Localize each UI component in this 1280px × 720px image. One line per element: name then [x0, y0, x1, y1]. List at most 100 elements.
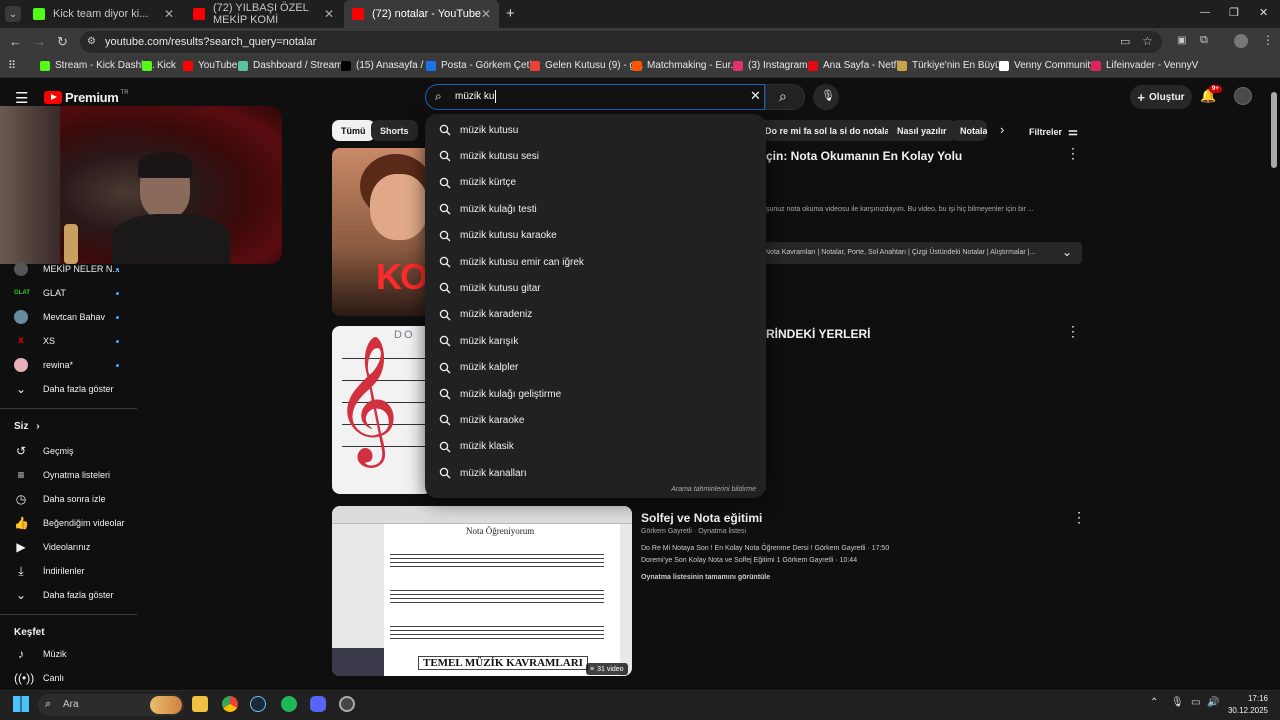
sidebar-item-your-videos[interactable]: ▶ Videolarınız — [14, 540, 90, 554]
sidebar-show-more[interactable]: ⌄ Daha fazla göster — [14, 382, 114, 396]
minimize-icon[interactable]: — — [1200, 7, 1210, 18]
bookmark-item[interactable]: Matchmaking - Eur... — [632, 60, 739, 71]
bookmark-item[interactable]: (15) Anasayfa / X — [341, 60, 433, 71]
search-box[interactable]: ⌕ müzik ku ✕ — [425, 84, 765, 110]
filters-button[interactable]: Filtreler ⚌ — [1029, 125, 1078, 138]
cast-icon[interactable]: ▭ — [1120, 35, 1130, 48]
sidebar-sub-glat[interactable]: GLAT GLAT — [14, 286, 119, 300]
channel-name[interactable]: Görkem Gayretli — [641, 528, 692, 535]
site-info-icon[interactable]: ⚙ — [87, 36, 96, 47]
search-suggestion[interactable]: müzik kulağı geliştirme — [439, 381, 739, 407]
sidebar-sub-rewina[interactable]: rewina* — [14, 358, 119, 372]
playlist-thumbnail[interactable]: Nota Öğreniyorum TEMEL MÜZİK KAVRAMLARI … — [332, 506, 632, 676]
taskbar-search[interactable]: ⌕ Ara — [38, 694, 184, 716]
account-avatar[interactable] — [1234, 87, 1252, 105]
mic-icon[interactable]: 🎙 — [1171, 697, 1184, 708]
search-suggestion[interactable]: müzik kulağı testi — [439, 196, 739, 222]
playlist-video-line[interactable]: Do Re Mi Notaya Son ! En Kolay Nota Öğre… — [641, 545, 889, 552]
create-button[interactable]: + Oluştur — [1130, 85, 1192, 109]
close-icon[interactable]: ✕ — [324, 7, 334, 21]
video-thumbnail[interactable]: DO 𝄞 — [332, 326, 432, 494]
bookmark-item[interactable]: Kick — [142, 60, 176, 71]
bookmark-item[interactable]: Venny Community — [999, 60, 1095, 71]
voice-search-button[interactable]: 🎙 — [813, 84, 839, 110]
search-suggestion[interactable]: müzik klasik — [439, 434, 739, 460]
display-icon[interactable]: ▭ — [1191, 697, 1200, 708]
back-icon[interactable]: ← — [9, 34, 22, 49]
bookmark-star-icon[interactable]: ☆ — [1142, 34, 1153, 48]
more-actions-icon[interactable]: ⋮ — [1066, 145, 1080, 162]
bookmark-item[interactable]: Gelen Kutusu (9) - g... — [530, 60, 643, 71]
search-suggestion[interactable]: müzik kutusu gitar — [439, 275, 739, 301]
more-actions-icon[interactable]: ⋮ — [1066, 323, 1080, 340]
chip-all[interactable]: Tümü — [332, 120, 375, 141]
more-actions-icon[interactable]: ⋮ — [1072, 509, 1086, 526]
bookmark-item[interactable]: (3) Instagram — [733, 60, 807, 71]
notifications-button[interactable]: 🔔 9+ — [1200, 85, 1222, 104]
page-scrollbar[interactable] — [1271, 92, 1277, 168]
spotify-icon[interactable] — [281, 696, 297, 712]
search-suggestion[interactable]: müzik kutusu emir can iğrek — [439, 249, 739, 275]
extension-icon[interactable]: ▣ — [1177, 35, 1186, 46]
sidebar-section-you[interactable]: Siz › — [14, 421, 40, 432]
bookmark-item[interactable]: Posta - Görkem Çeti... — [426, 60, 540, 71]
sidebar-item-music[interactable]: ♪ Müzik — [14, 647, 67, 661]
bookmark-item[interactable]: Lifeinvader - VennyV — [1091, 60, 1198, 71]
bookmark-item[interactable]: Ana Sayfa - Netflix — [808, 60, 906, 71]
search-suggestion[interactable]: müzik karaoke — [439, 407, 739, 433]
sidebar-show-more-2[interactable]: ⌄ Daha fazla göster — [14, 588, 114, 602]
search-suggestion[interactable]: müzik kanalları — [439, 460, 739, 486]
close-icon[interactable]: ✕ — [481, 7, 491, 21]
bookmark-item[interactable]: YouTube — [183, 60, 237, 71]
tab-kick[interactable]: Kick team diyor ki... ✕ — [25, 0, 182, 28]
url-text[interactable]: youtube.com/results?search_query=notalar — [105, 36, 316, 48]
playlist-video-line[interactable]: Doremi'ye Son Kolay Nota ve Solfej Eğiti… — [641, 557, 857, 564]
chip-nasil-yazilir[interactable]: Nasıl yazılır — [888, 120, 956, 141]
search-suggestion[interactable]: müzik kürtçe — [439, 170, 739, 196]
sidebar-item-downloads[interactable]: ⤓ İndirilenler — [14, 564, 84, 578]
clear-search-icon[interactable]: ✕ — [750, 88, 761, 104]
tab-youtube-notalar[interactable]: (72) notalar - YouTube ✕ — [344, 0, 499, 28]
file-explorer-icon[interactable] — [192, 696, 208, 712]
guide-menu-icon[interactable]: ☰ — [15, 89, 28, 107]
windows-start-icon[interactable] — [13, 696, 29, 712]
search-suggestion[interactable]: müzik kutusu — [439, 117, 739, 143]
bookmark-item[interactable]: Stream - Kick Dashb... — [40, 60, 155, 71]
search-suggestion[interactable]: müzik kutusu sesi — [439, 143, 739, 169]
browser-menu-icon[interactable]: ⋮ — [1262, 33, 1274, 47]
playlist-title[interactable]: Solfej ve Nota eğitimi — [641, 511, 762, 525]
steam-icon[interactable] — [250, 696, 266, 712]
chapters-bar[interactable]: Nota Kavramları | Notalar, Porte, Sol An… — [760, 242, 1082, 264]
bookmark-item[interactable]: Türkiye'nin En Büyü... — [897, 60, 1009, 71]
new-tab-button[interactable]: + — [506, 5, 515, 22]
chevron-up-icon[interactable]: ⌃ — [1150, 697, 1158, 708]
sidebar-sub-mevtcan[interactable]: Mevtcan Bahav — [14, 310, 119, 324]
search-input[interactable]: müzik ku — [455, 91, 494, 102]
chip-notalar[interactable]: Notala — [951, 120, 987, 141]
close-window-icon[interactable]: ✕ — [1259, 6, 1268, 19]
video-thumbnail[interactable]: KO — [332, 148, 432, 316]
discord-icon[interactable] — [310, 696, 326, 712]
video-title[interactable]: RİNDEKİ YERLERİ — [766, 327, 870, 341]
tab-youtube-mekip[interactable]: (72) YILBAŞI ÖZEL MEKİP KOMİ ✕ — [185, 0, 342, 28]
taskbar-clock[interactable]: 17:16 30.12.2025 — [1228, 693, 1268, 717]
speaker-icon[interactable]: 🔊 — [1207, 697, 1219, 708]
restore-icon[interactable]: ❐ — [1229, 6, 1239, 19]
view-full-playlist-link[interactable]: Oynatma listesinin tamamını görüntüle — [641, 574, 770, 581]
apps-grid-icon[interactable]: ⠿ — [8, 59, 16, 72]
sidebar-item-liked[interactable]: 👍 Beğendiğim videolar — [14, 516, 125, 530]
sidebar-item-live[interactable]: ((•)) Canlı — [14, 671, 64, 685]
chrome-icon[interactable] — [222, 696, 238, 712]
search-button[interactable]: ⌕ — [765, 84, 805, 110]
close-icon[interactable]: ✕ — [164, 7, 174, 21]
chevron-right-icon[interactable]: › — [1000, 122, 1004, 137]
app-icon[interactable] — [339, 696, 355, 712]
report-predictions-link[interactable]: Arama tahminlerini bildirme — [671, 486, 756, 493]
sidebar-item-playlists[interactable]: ≡ Oynatma listeleri — [14, 468, 110, 482]
forward-icon[interactable]: → — [33, 34, 46, 49]
sidebar-sub-mekip[interactable]: MEKİP NELER N... — [14, 262, 120, 276]
search-suggestion[interactable]: müzik karışık — [439, 328, 739, 354]
tab-search-button[interactable]: ⌄ — [5, 6, 21, 22]
video-title[interactable]: çin: Nota Okumanın En Kolay Yolu — [766, 149, 962, 163]
reload-icon[interactable]: ↻ — [57, 34, 68, 50]
